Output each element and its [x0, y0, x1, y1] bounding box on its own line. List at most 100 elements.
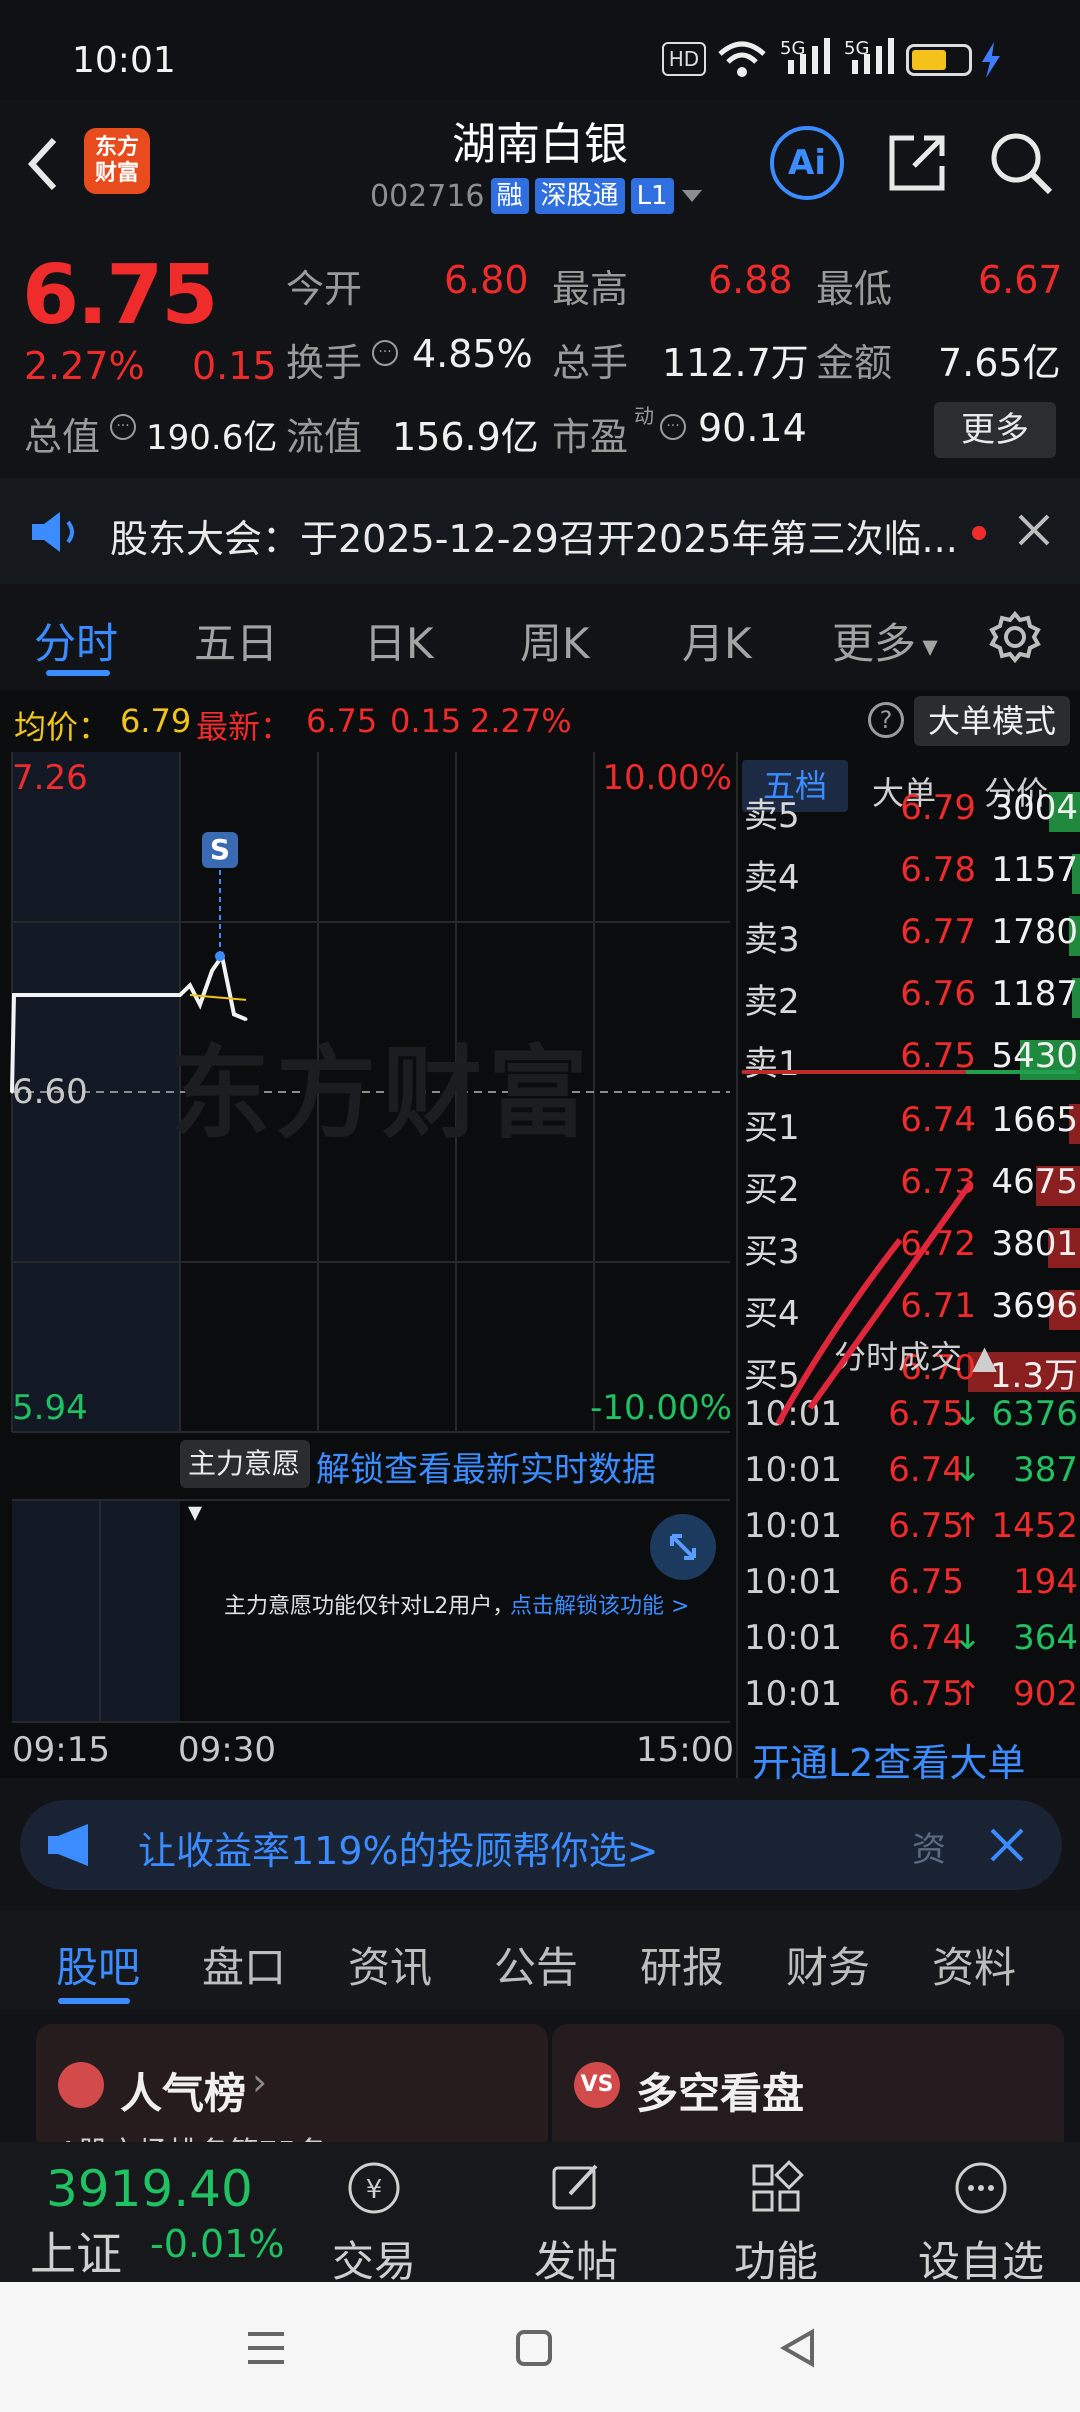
grid-icon: [752, 2160, 804, 2212]
ask-row[interactable]: 卖2 6.76 1187: [738, 974, 1080, 1022]
tab-handicap[interactable]: 盘口: [202, 1934, 286, 1995]
ask-row[interactable]: 卖3 6.77 1780: [738, 912, 1080, 960]
speaker-icon: [32, 512, 74, 552]
index-name[interactable]: 上证: [30, 2218, 122, 2284]
big-order-mode-button[interactable]: 大单模式: [914, 696, 1070, 746]
chart-tabs: 分时 五日 日K 周K 月K 更多 ▼: [0, 590, 1080, 682]
tick-time: 10:01: [744, 1562, 842, 1602]
back-icon[interactable]: [778, 2328, 818, 2368]
tab-more[interactable]: 更多 ▼: [832, 610, 938, 671]
high-label: 最高: [552, 267, 629, 311]
ask-row[interactable]: 卖1 6.75 5430: [738, 1036, 1080, 1084]
margin-tag: 融: [490, 178, 529, 214]
settings-gear-icon[interactable]: [988, 610, 1042, 664]
ai-assistant-icon[interactable]: Ai: [770, 126, 844, 200]
l2-big-order-link[interactable]: 开通L2查看大单: [752, 1732, 1025, 1787]
ad-tag: 资: [912, 1830, 946, 1870]
notice-bar[interactable]: 股东大会：于2025-12-29召开2025年第三次临...: [0, 478, 1080, 584]
volume-label: 总手: [552, 341, 629, 385]
tab-profile[interactable]: 资料: [932, 1934, 1016, 1995]
stock-code-row[interactable]: 002716 融 深股通 L1: [370, 176, 704, 216]
current-price: 6.75: [22, 248, 218, 343]
tick-price: 6.75: [888, 1562, 964, 1602]
ask-price: 6.76: [900, 974, 976, 1014]
latest-pct: 2.27%: [470, 702, 572, 740]
close-icon[interactable]: [1016, 512, 1052, 548]
tab-announcements[interactable]: 公告: [494, 1934, 578, 1995]
time-open: 09:30: [178, 1730, 276, 1770]
notice-text: 股东大会：于2025-12-29召开2025年第三次临...: [110, 517, 958, 561]
nav-post[interactable]: 发帖: [516, 2158, 636, 2289]
latest-label: 最新：: [196, 708, 293, 746]
tab-monthly-k[interactable]: 月K: [682, 610, 752, 671]
ask-row[interactable]: 卖5 6.79 3004: [738, 788, 1080, 836]
dropdown-icon: [681, 190, 702, 202]
popularity-card[interactable]: 人气榜 › A股市场排名第75名: [36, 2024, 548, 2171]
latest-change: 0.15: [390, 702, 462, 740]
edit-icon: [552, 2164, 598, 2210]
help-icon[interactable]: ?: [868, 702, 904, 738]
low-value: 6.67: [978, 258, 1063, 302]
connect-tag: 深股通: [534, 178, 625, 214]
menu-icon[interactable]: [246, 2328, 286, 2368]
tick-row: 10:01 6.75 ↑ 1452: [738, 1506, 1080, 1554]
price-point: [210, 969, 214, 973]
sub-chart-selector[interactable]: 主力意愿 ▾: [180, 1440, 310, 1528]
advisor-banner[interactable]: 让收益率119%的投顾帮你选> 资: [20, 1800, 1062, 1890]
tab-five-day[interactable]: 五日: [194, 610, 278, 671]
tab-daily-k[interactable]: 日K: [364, 610, 434, 671]
nav-add-watchlist[interactable]: 设自选: [906, 2158, 1056, 2289]
stock-code: 002716: [370, 178, 485, 214]
sell-signal-marker[interactable]: S: [202, 832, 238, 868]
ask-volume: 3004: [991, 788, 1078, 828]
long-short-card[interactable]: VS 多空看盘: [552, 2024, 1064, 2154]
signal-icon: 5G: [778, 38, 848, 78]
tab-finance[interactable]: 财务: [786, 1934, 870, 1995]
close-icon[interactable]: [988, 1826, 1026, 1864]
search-icon[interactable]: [984, 126, 1058, 200]
index-value[interactable]: 3919.40: [46, 2160, 253, 2218]
volume-value: 112.7万: [662, 341, 809, 385]
info-icon[interactable]: ···: [110, 414, 136, 440]
ask-volume: 1780: [991, 912, 1078, 952]
home-icon[interactable]: [514, 2328, 554, 2368]
more-button[interactable]: 更多: [934, 402, 1056, 458]
tab-weekly-k[interactable]: 周K: [520, 610, 590, 671]
intraday-chart[interactable]: 东方财富 7.26 6.60 5.94 10.00% -10.00% S 主力意…: [0, 752, 736, 1778]
tab-news[interactable]: 资讯: [348, 1934, 432, 1995]
active-tab-indicator: [46, 670, 110, 676]
y-axis-bottom: 5.94: [12, 1388, 88, 1428]
info-icon[interactable]: ···: [660, 414, 686, 440]
bid-row[interactable]: 买1 6.74 1665: [738, 1100, 1080, 1148]
unread-dot: [972, 526, 986, 540]
bid-volume: 1.3万: [989, 1356, 1078, 1396]
hd-icon: HD: [662, 42, 706, 76]
tab-research[interactable]: 研报: [640, 1934, 724, 1995]
nav-trade[interactable]: ¥ 交易: [314, 2158, 434, 2289]
signal-marker-dot: [215, 951, 225, 962]
nav-functions[interactable]: 功能: [716, 2158, 836, 2289]
status-bar: 10:01 HD 5G 5G: [0, 0, 1080, 100]
svg-text:¥: ¥: [366, 2175, 383, 2205]
tab-forum[interactable]: 股吧: [56, 1934, 140, 1995]
share-icon[interactable]: [880, 126, 954, 200]
index-change: -0.01%: [150, 2222, 285, 2266]
l2-unlock-link[interactable]: 点击解锁该功能 >: [510, 1588, 689, 1620]
tick-volume: 1452: [991, 1506, 1078, 1546]
tick-direction-icon: ↑: [953, 1674, 983, 1714]
tab-intraday[interactable]: 分时: [34, 610, 118, 671]
market-cap-value: 190.6亿: [146, 418, 278, 458]
charging-icon: [982, 42, 1000, 78]
pe-value: 90.14: [698, 406, 807, 450]
ask-bid-divider-red: [742, 1070, 966, 1074]
tick-row: 10:01 6.75 ↑ 902: [738, 1674, 1080, 1722]
info-icon[interactable]: ···: [372, 340, 398, 366]
unlock-link[interactable]: 解锁查看最新实时数据: [316, 1442, 656, 1491]
expand-icon[interactable]: [650, 1514, 716, 1580]
ask-row[interactable]: 卖4 6.78 1157: [738, 850, 1080, 898]
level-tag: L1: [630, 178, 674, 214]
bottom-nav: 3919.40 上证 -0.01% ¥ 交易 发帖 功能 设自选: [0, 2142, 1080, 2286]
change-value: 0.15: [192, 344, 277, 388]
tick-time: 10:01: [744, 1674, 842, 1714]
tick-direction-icon: ↑: [953, 1506, 983, 1546]
